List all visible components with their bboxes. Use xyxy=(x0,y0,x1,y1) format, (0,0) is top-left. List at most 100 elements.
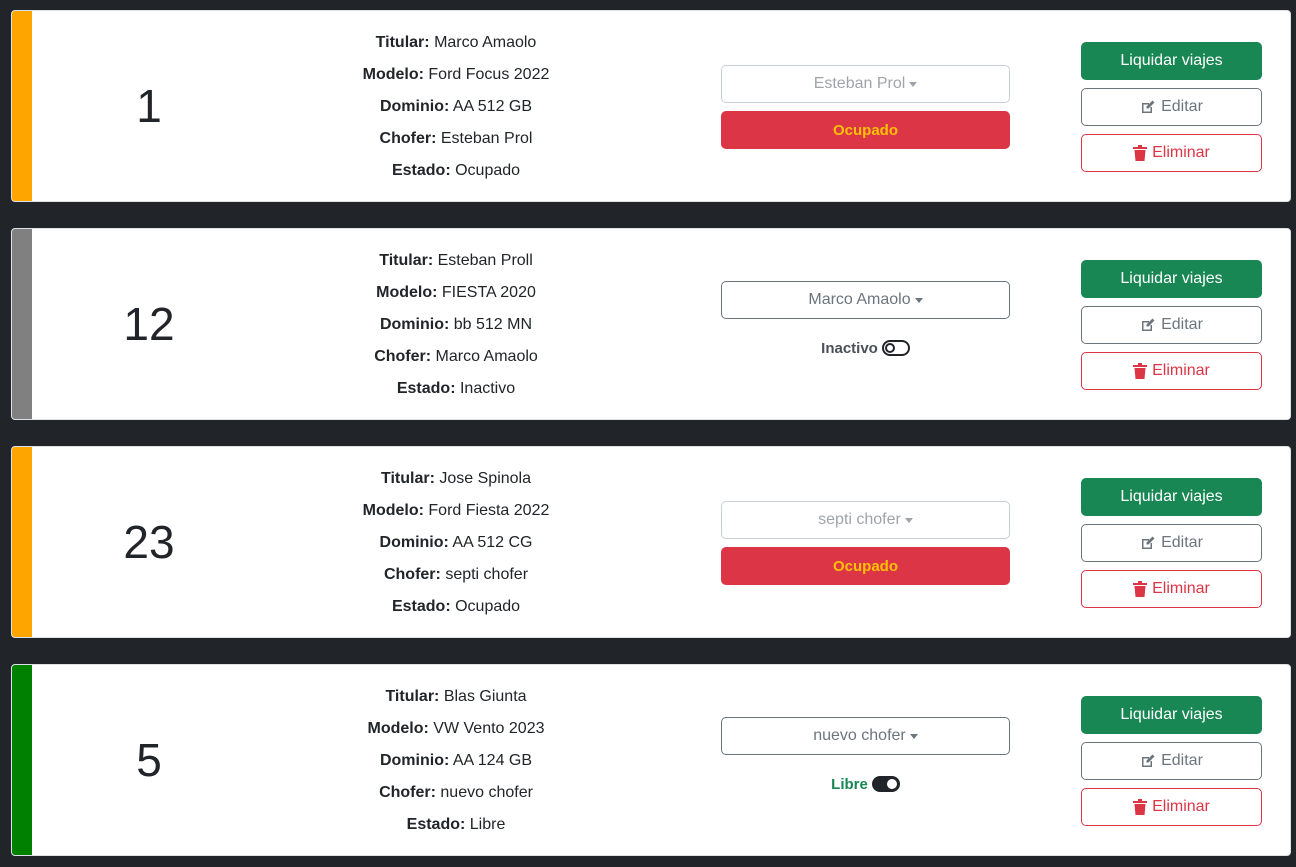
ocupado-button[interactable]: Ocupado xyxy=(721,111,1010,149)
driver-dropdown-label: septi chofer xyxy=(818,511,901,528)
status-toggle-switch[interactable] xyxy=(881,340,910,356)
modelo-value: VW Vento 2023 xyxy=(433,720,545,737)
edit-icon xyxy=(1140,99,1156,115)
chofer-row: Chofer: nuevo chofer xyxy=(306,777,606,809)
estado-value: Ocupado xyxy=(455,162,521,179)
edit-button[interactable]: Editar xyxy=(1081,742,1262,780)
delete-button[interactable]: Eliminar xyxy=(1081,352,1262,390)
dominio-label: Dominio: xyxy=(379,316,450,333)
driver-dropdown[interactable]: Esteban Prol xyxy=(721,65,1010,103)
vehicle-number: 5 xyxy=(136,734,162,786)
delete-label: Eliminar xyxy=(1152,580,1210,597)
liquidar-viajes-button[interactable]: Liquidar viajes xyxy=(1081,42,1262,80)
vehicle-card: 5 Titular: Blas Giunta Modelo: VW Vento … xyxy=(11,664,1291,856)
estado-value: Ocupado xyxy=(455,598,521,615)
chofer-value: nuevo chofer xyxy=(440,784,533,801)
chevron-down-icon xyxy=(914,297,923,303)
status-stripe xyxy=(12,447,32,637)
dominio-value: bb 512 MN xyxy=(453,316,533,333)
delete-button[interactable]: Eliminar xyxy=(1081,570,1262,608)
titular-value: Marco Amaolo xyxy=(434,34,537,51)
titular-row: Titular: Jose Spinola xyxy=(306,463,606,495)
status-toggle-switch[interactable] xyxy=(871,776,900,792)
edit-label: Editar xyxy=(1161,752,1203,769)
vehicle-card: 23 Titular: Jose Spinola Modelo: Ford Fi… xyxy=(11,446,1291,638)
estado-value: Libre xyxy=(469,816,506,833)
delete-button[interactable]: Eliminar xyxy=(1081,788,1262,826)
modelo-label: Modelo: xyxy=(367,720,429,737)
edit-label: Editar xyxy=(1161,534,1203,551)
driver-dropdown-label: Esteban Prol xyxy=(813,75,906,92)
chofer-value: Marco Amaolo xyxy=(435,348,538,365)
estado-row: Estado: Libre xyxy=(306,809,606,841)
titular-value: Esteban Proll xyxy=(437,252,533,269)
dominio-label: Dominio: xyxy=(379,752,450,769)
modelo-value: FIESTA 2020 xyxy=(441,284,536,301)
modelo-value: Ford Fiesta 2022 xyxy=(428,502,550,519)
driver-dropdown-label: Marco Amaolo xyxy=(808,291,911,308)
estado-label: Estado: xyxy=(396,380,456,397)
chofer-row: Chofer: Marco Amaolo xyxy=(306,341,606,373)
edit-button[interactable]: Editar xyxy=(1081,88,1262,126)
vehicle-number: 1 xyxy=(136,80,162,132)
chofer-label: Chofer: xyxy=(379,130,437,147)
liquidar-viajes-button[interactable]: Liquidar viajes xyxy=(1081,478,1262,516)
delete-label: Eliminar xyxy=(1152,362,1210,379)
status-toggle-label: Inactivo xyxy=(821,339,878,357)
driver-dropdown[interactable]: septi chofer xyxy=(721,501,1010,539)
edit-icon xyxy=(1140,317,1156,333)
vehicle-info: Titular: Blas Giunta Modelo: VW Vento 20… xyxy=(306,681,606,841)
edit-button[interactable]: Editar xyxy=(1081,306,1262,344)
titular-label: Titular: xyxy=(385,688,440,705)
toggle-knob xyxy=(886,779,897,789)
trash-icon xyxy=(1133,145,1148,161)
status-toggle-row: Inactivo xyxy=(721,336,1010,360)
status-toggle-row: Libre xyxy=(721,772,1010,796)
dominio-row: Dominio: AA 512 GB xyxy=(306,91,606,123)
titular-row: Titular: Marco Amaolo xyxy=(306,27,606,59)
chofer-label: Chofer: xyxy=(383,566,441,583)
driver-dropdown[interactable]: nuevo chofer xyxy=(721,717,1010,755)
dominio-row: Dominio: AA 124 GB xyxy=(306,745,606,777)
delete-button[interactable]: Eliminar xyxy=(1081,134,1262,172)
status-toggle-label: Libre xyxy=(831,775,868,793)
titular-row: Titular: Blas Giunta xyxy=(306,681,606,713)
estado-label: Estado: xyxy=(406,816,466,833)
vehicle-card: 12 Titular: Esteban Proll Modelo: FIESTA… xyxy=(11,228,1291,420)
liquidar-label: Liquidar viajes xyxy=(1120,706,1223,723)
liquidar-label: Liquidar viajes xyxy=(1120,488,1223,505)
titular-label: Titular: xyxy=(380,470,435,487)
chofer-value: Esteban Prol xyxy=(440,130,533,147)
modelo-label: Modelo: xyxy=(362,66,424,83)
dominio-value: AA 124 GB xyxy=(452,752,533,769)
vehicle-card: 1 Titular: Marco Amaolo Modelo: Ford Foc… xyxy=(11,10,1291,202)
chofer-row: Chofer: septi chofer xyxy=(306,559,606,591)
liquidar-viajes-button[interactable]: Liquidar viajes xyxy=(1081,696,1262,734)
vehicle-info: Titular: Jose Spinola Modelo: Ford Fiest… xyxy=(306,463,606,623)
status-stripe xyxy=(12,229,32,419)
estado-label: Estado: xyxy=(391,162,451,179)
edit-button[interactable]: Editar xyxy=(1081,524,1262,562)
delete-label: Eliminar xyxy=(1152,144,1210,161)
titular-value: Blas Giunta xyxy=(443,688,527,705)
vehicle-number: 23 xyxy=(123,516,175,568)
trash-icon xyxy=(1133,799,1148,815)
driver-dropdown[interactable]: Marco Amaolo xyxy=(721,281,1010,319)
dominio-value: AA 512 GB xyxy=(452,98,533,115)
driver-dropdown-label: nuevo chofer xyxy=(813,727,906,744)
estado-row: Estado: Ocupado xyxy=(306,155,606,187)
dominio-label: Dominio: xyxy=(379,98,450,115)
edit-label: Editar xyxy=(1161,316,1203,333)
trash-icon xyxy=(1133,363,1148,379)
titular-label: Titular: xyxy=(375,34,430,51)
delete-label: Eliminar xyxy=(1152,798,1210,815)
modelo-row: Modelo: FIESTA 2020 xyxy=(306,277,606,309)
estado-value: Inactivo xyxy=(459,380,516,397)
modelo-value: Ford Focus 2022 xyxy=(428,66,550,83)
edit-label: Editar xyxy=(1161,98,1203,115)
ocupado-button[interactable]: Ocupado xyxy=(721,547,1010,585)
modelo-row: Modelo: Ford Fiesta 2022 xyxy=(306,495,606,527)
modelo-row: Modelo: Ford Focus 2022 xyxy=(306,59,606,91)
modelo-label: Modelo: xyxy=(362,502,424,519)
liquidar-viajes-button[interactable]: Liquidar viajes xyxy=(1081,260,1262,298)
